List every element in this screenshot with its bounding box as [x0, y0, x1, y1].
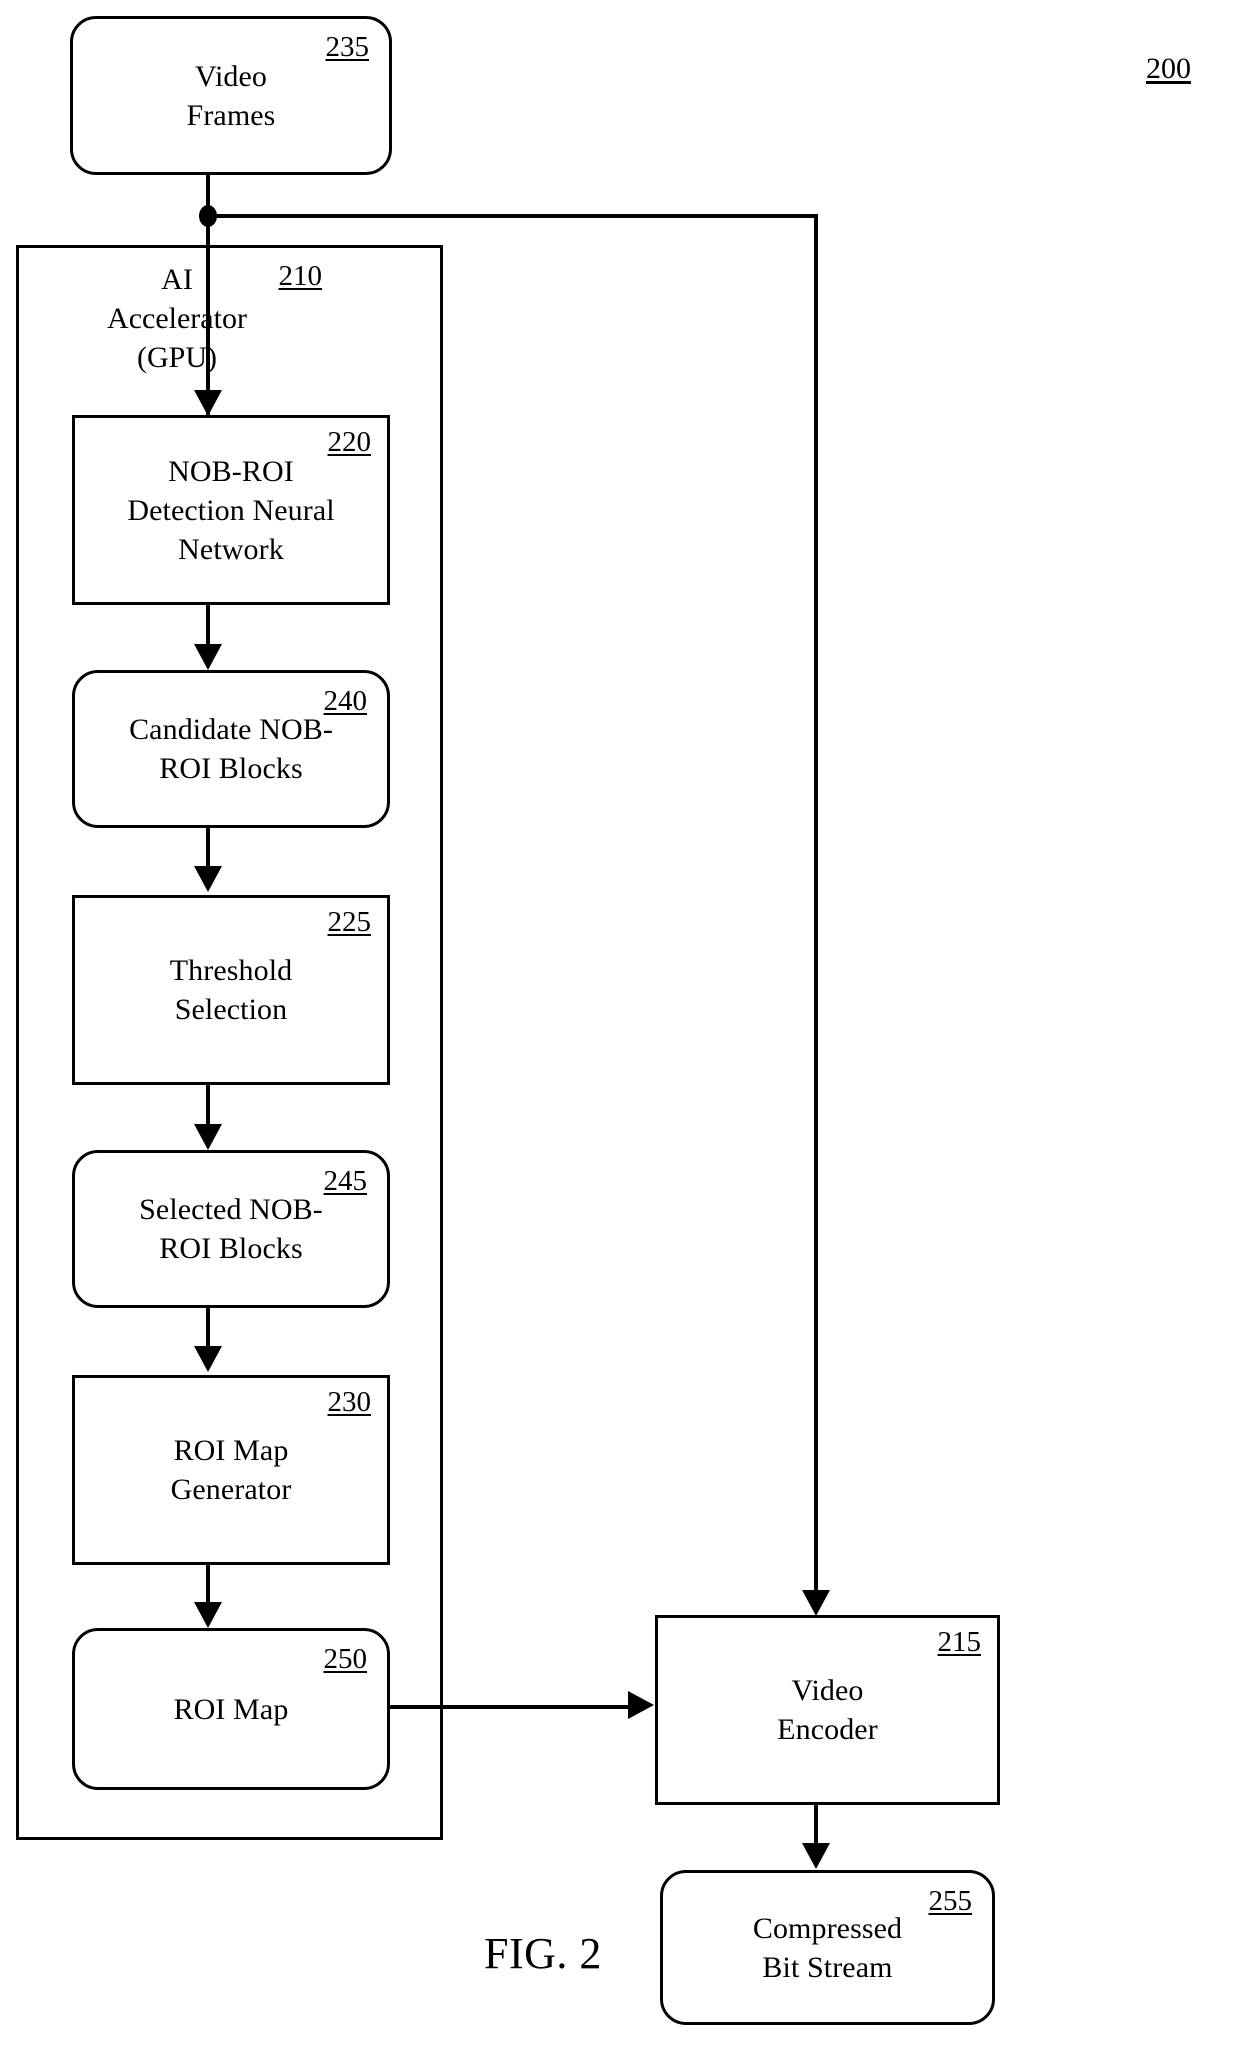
node-nob-roi-detection-neural-network[interactable]: 220 NOB-ROI Detection Neural Network	[72, 415, 390, 605]
arrowhead-into-video-encoder	[802, 1590, 830, 1616]
node-threshold-selection[interactable]: 225 Threshold Selection	[72, 895, 390, 1085]
connector-candidate-to-threshold	[206, 828, 210, 868]
node-video-encoder-label: Video Encoder	[777, 1674, 878, 1746]
ref-numeral-255: 255	[928, 1885, 973, 1917]
node-video-encoder[interactable]: 215 Video Encoder	[655, 1615, 1000, 1805]
ref-numeral-220: 220	[327, 426, 372, 458]
connector-generator-to-roi-map	[206, 1565, 210, 1603]
node-candidate-nob-roi-blocks-label: Candidate NOB- ROI Blocks	[129, 713, 333, 785]
ref-numeral-225: 225	[327, 906, 372, 938]
node-roi-map-label: ROI Map	[173, 1692, 289, 1726]
arrowhead-into-compressed-bitstream	[802, 1843, 830, 1869]
node-roi-map[interactable]: 250 ROI Map	[72, 1628, 390, 1790]
ref-numeral-235: 235	[325, 31, 370, 63]
connector-nn-to-candidate	[206, 605, 210, 647]
node-candidate-nob-roi-blocks[interactable]: 240 Candidate NOB- ROI Blocks	[72, 670, 390, 828]
arrowhead-into-selected-blocks	[194, 1124, 222, 1150]
arrowhead-into-roi-map	[194, 1602, 222, 1628]
connector-threshold-to-selected	[206, 1085, 210, 1127]
container-ai-accelerator-label: AI Accelerator (GPU)	[107, 263, 247, 374]
node-selected-nob-roi-blocks[interactable]: 245 Selected NOB- ROI Blocks	[72, 1150, 390, 1308]
ref-numeral-210: 210	[278, 260, 323, 292]
system-reference-numeral: 200	[1146, 52, 1191, 85]
node-roi-map-generator-label: ROI Map Generator	[170, 1434, 292, 1506]
ref-numeral-215: 215	[937, 1626, 982, 1658]
connector-encoder-to-bitstream	[814, 1805, 818, 1845]
ref-numeral-230: 230	[327, 1386, 372, 1418]
node-compressed-bit-stream[interactable]: 255 Compressed Bit Stream	[660, 1870, 995, 2025]
node-nob-roi-detection-neural-network-label: NOB-ROI Detection Neural Network	[127, 454, 335, 566]
connector-branch-to-encoder-horizontal	[206, 214, 818, 218]
connector-roi-map-to-encoder	[388, 1705, 630, 1709]
node-roi-map-generator[interactable]: 230 ROI Map Generator	[72, 1375, 390, 1565]
ref-numeral-240: 240	[323, 685, 368, 717]
arrowhead-into-candidate-blocks	[194, 644, 222, 670]
node-video-frames[interactable]: 235 Video Frames	[70, 16, 392, 175]
figure-caption: FIG. 2	[484, 1929, 602, 1978]
node-threshold-selection-label: Threshold Selection	[169, 954, 293, 1026]
ref-numeral-245: 245	[323, 1165, 368, 1197]
connector-branch-to-encoder-vertical	[814, 214, 818, 1592]
ref-numeral-250: 250	[323, 1643, 368, 1675]
arrowhead-into-threshold-selection	[194, 866, 222, 892]
node-selected-nob-roi-blocks-label: Selected NOB- ROI Blocks	[139, 1193, 323, 1265]
arrowhead-into-roi-map-generator	[194, 1346, 222, 1372]
node-video-frames-label: Video Frames	[186, 59, 276, 132]
arrowhead-into-video-encoder-left	[628, 1691, 654, 1719]
connector-selected-to-generator	[206, 1308, 210, 1348]
node-compressed-bit-stream-label: Compressed Bit Stream	[752, 1911, 903, 1984]
